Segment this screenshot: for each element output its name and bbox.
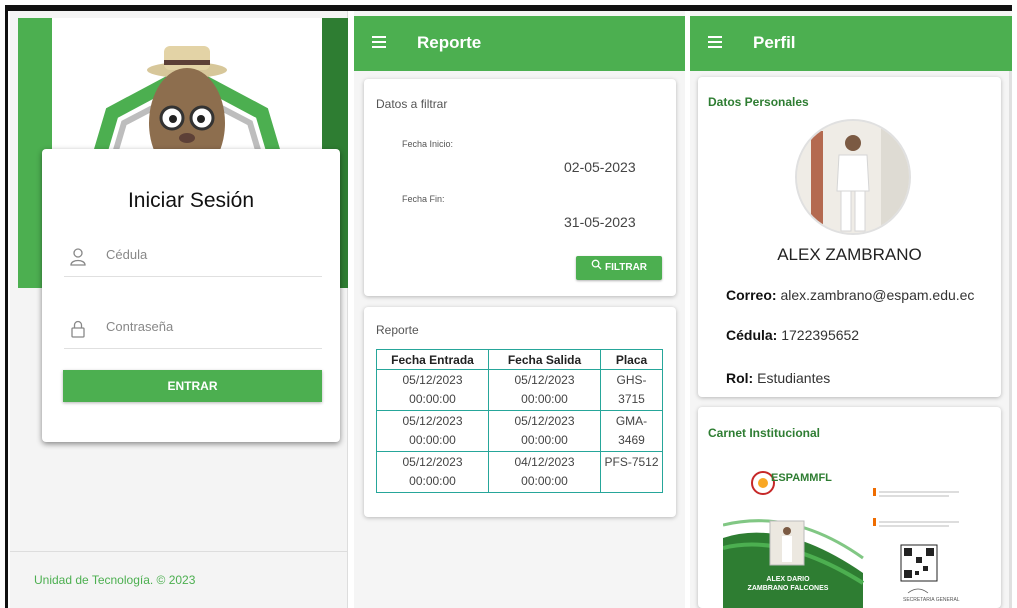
password-placeholder: Contraseña [106, 319, 174, 334]
report-appbar: Reporte [354, 16, 685, 71]
cedula-field[interactable]: Cédula [64, 243, 322, 277]
report-appbar-title: Reporte [417, 33, 482, 52]
report-table: Fecha Entrada Fecha Salida Placa 05/12/2… [376, 349, 663, 493]
placa-cell: GHS- 3715 [600, 369, 663, 411]
profile-screen: Perfil Datos Personales ALEX ZAMBRANO Co… [690, 11, 1012, 608]
filter-heading: Datos a filtrar [376, 97, 448, 111]
carnet-image: ESPAMMFL ALEX DARIO ZAMBRANO FALCONES SEC… [723, 463, 978, 608]
report-screen: Reporte Datos a filtrar Fecha Inicio: 02… [354, 11, 685, 608]
enter-button[interactable]: ENTRAR [63, 370, 322, 402]
personal-heading: Datos Personales [708, 95, 809, 109]
password-field[interactable]: Contraseña [64, 315, 322, 349]
fecha-inicio-input[interactable]: 02-05-2023 [564, 159, 636, 175]
report-heading: Reporte [376, 323, 419, 337]
col-fecha-salida: Fecha Salida [488, 349, 601, 370]
profile-appbar: Perfil [690, 16, 1012, 71]
carnet-heading: Carnet Institucional [708, 426, 821, 440]
filter-button-label: FILTRAR [604, 262, 648, 273]
fecha-fin-input[interactable]: 31-05-2023 [564, 214, 636, 230]
menu-icon[interactable] [372, 36, 386, 48]
placa-cell: PFS-7512 [600, 451, 663, 493]
salida-cell: 05/12/2023 00:00:00 [488, 410, 601, 452]
table-row: 05/12/2023 00:00:00 05/12/2023 00:00:00 GM… [376, 410, 663, 452]
table-header-row: Fecha Entrada Fecha Salida Placa [376, 349, 663, 370]
entrada-cell: 05/12/2023 00:00:00 [376, 369, 489, 411]
table-row: 05/12/2023 00:00:00 05/12/2023 00:00:00 GH… [376, 369, 663, 411]
scrollbar[interactable] [1009, 71, 1012, 608]
carnet-brand: ESPAMMFL [771, 472, 832, 484]
login-screen: Unidad de Tecnología. © 2023 Iniciar Ses… [10, 11, 348, 608]
login-title: Iniciar Sesión [127, 189, 255, 212]
login-card: Iniciar Sesión Cédula Contraseña ENTRAR [42, 149, 340, 442]
col-placa: Placa [600, 349, 663, 370]
filter-card: Datos a filtrar Fecha Inicio: 02-05-2023… [364, 79, 676, 296]
filter-button[interactable]: FILTRAR [576, 256, 662, 280]
entrada-cell: 05/12/2023 00:00:00 [376, 410, 489, 452]
carnet-card: Carnet Institucional ESPAMMFL ALEX DARIO… [698, 407, 1001, 608]
footer-text: Unidad de Tecnología. © 2023 [34, 573, 196, 587]
cedula-placeholder: Cédula [106, 247, 148, 262]
profile-appbar-title: Perfil [753, 33, 796, 52]
user-name: ALEX ZAMBRANO [777, 245, 922, 264]
report-card: Reporte Fecha Entrada Fecha Salida Placa… [364, 307, 676, 517]
personal-data-card: Datos Personales ALEX ZAMBRANO Correo: a… [698, 77, 1001, 397]
lock-icon [68, 319, 88, 339]
col-fecha-entrada: Fecha Entrada [376, 349, 489, 370]
menu-icon[interactable] [708, 36, 722, 48]
cedula-info: Cédula: 1722395652 [726, 327, 860, 343]
email-info: Correo: alex.zambrano@espam.edu.ec [726, 287, 975, 303]
carnet-student-name: ALEX DARIO ZAMBRANO FALCONES [747, 576, 829, 592]
salida-cell: 05/12/2023 00:00:00 [488, 369, 601, 411]
role-info: Rol: Estudiantes [726, 370, 831, 386]
fecha-fin-label: Fecha Fin: [402, 194, 445, 204]
entrada-cell: 05/12/2023 00:00:00 [376, 451, 489, 493]
placa-cell: GMA- 3469 [600, 410, 663, 452]
avatar [795, 119, 911, 235]
carnet-signature: SECRETARIA GENERAL [903, 597, 960, 603]
user-icon [68, 247, 88, 267]
table-row: 05/12/2023 00:00:00 04/12/2023 00:00:00 PF… [376, 451, 663, 493]
salida-cell: 04/12/2023 00:00:00 [488, 451, 601, 493]
search-icon [591, 256, 602, 280]
fecha-inicio-label: Fecha Inicio: [402, 139, 454, 149]
